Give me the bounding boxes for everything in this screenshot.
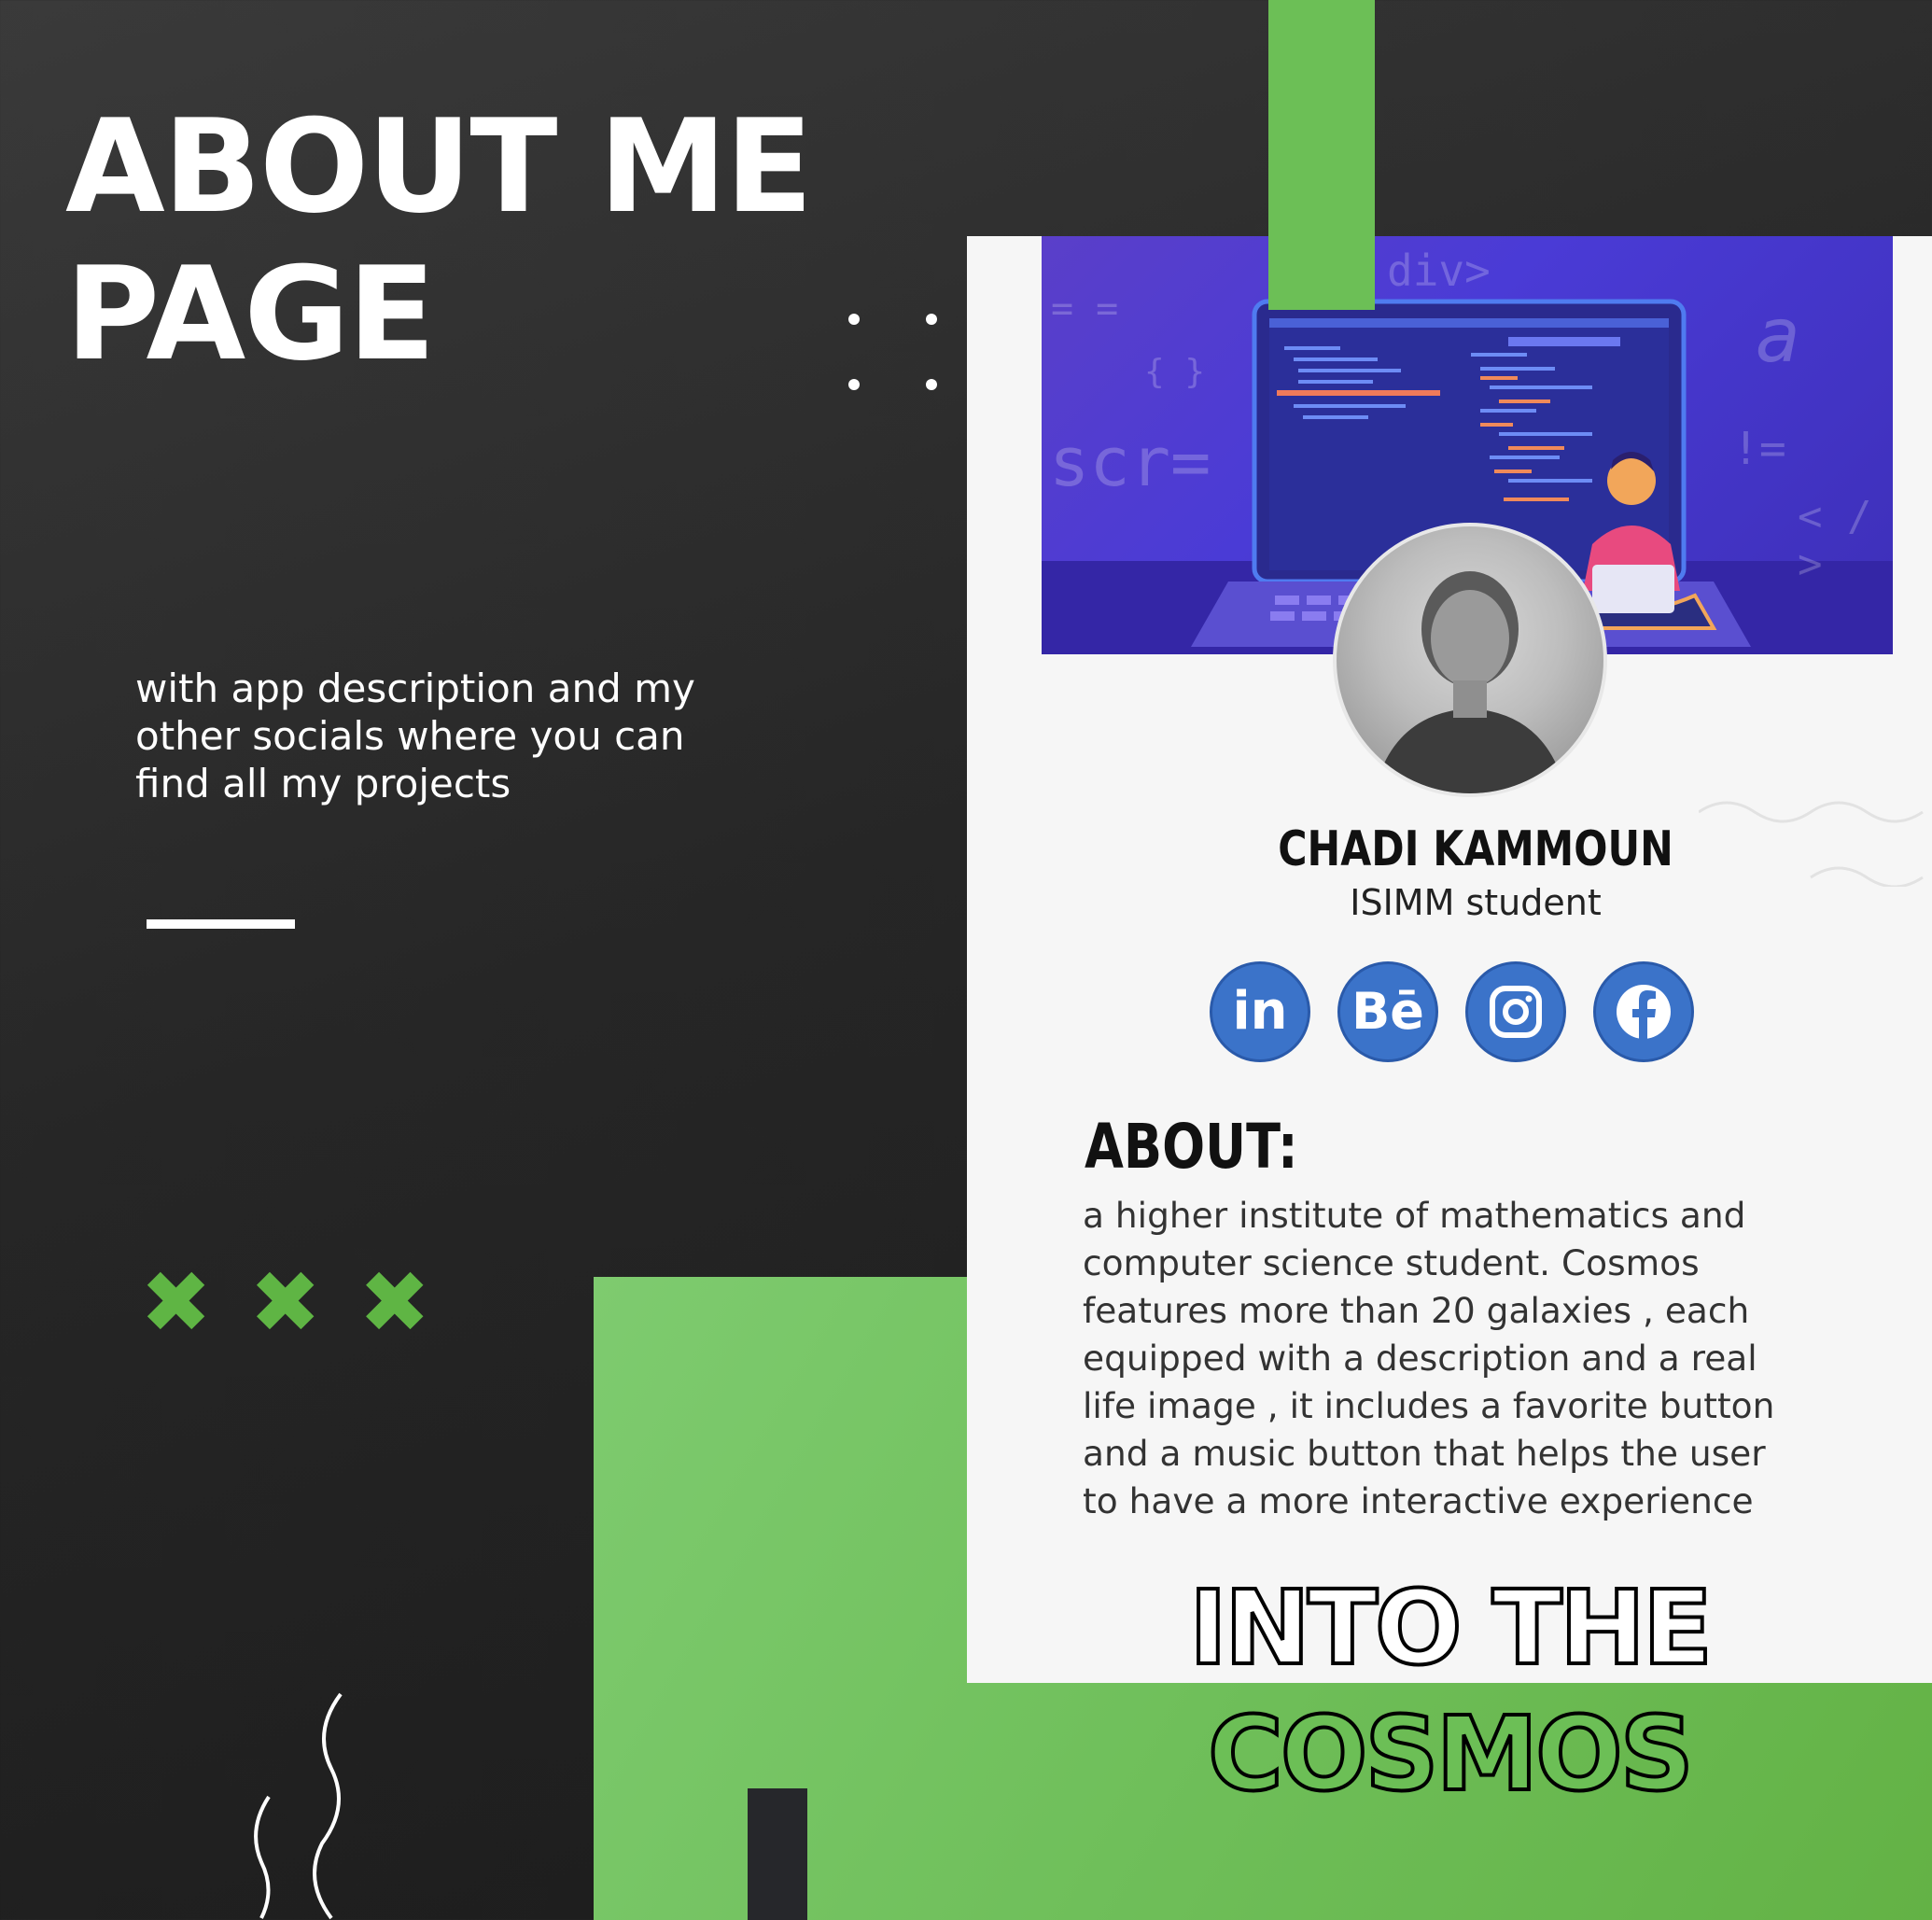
profile-name: CHADI KAMMOUN (1278, 821, 1673, 877)
app-title-line-1: INTO THE (1187, 1566, 1715, 1689)
facebook-icon (1617, 985, 1671, 1040)
about-title: ABOUT: (1085, 1111, 1298, 1183)
instagram-button[interactable] (1465, 961, 1566, 1062)
behance-button[interactable]: Bē (1337, 961, 1438, 1062)
behance-icon: Bē (1351, 982, 1424, 1041)
heading-line-2: PAGE (65, 239, 436, 389)
dark-accent-bar (748, 1788, 807, 1920)
x-mark-icon: ✖ (140, 1253, 213, 1352)
linkedin-button[interactable]: in (1210, 961, 1310, 1062)
green-accent-bar (1268, 0, 1375, 310)
person-silhouette-icon (1374, 571, 1566, 793)
profile-avatar (1333, 523, 1607, 797)
profile-role: ISIMM student (1350, 882, 1602, 923)
linkedin-icon: in (1232, 981, 1288, 1042)
app-title-line-2: COSMOS (1206, 1692, 1696, 1815)
divider-line (147, 919, 295, 929)
squiggle-decoration (254, 1692, 343, 1920)
heading-line-1: ABOUT ME (65, 91, 813, 242)
facebook-button[interactable] (1593, 961, 1694, 1062)
page-subtext: with app description and my other social… (135, 666, 695, 806)
instagram-icon (1490, 986, 1542, 1038)
x-mark-icon: ✖ (249, 1253, 322, 1352)
social-links: in Bē (1210, 961, 1694, 1062)
page-heading: ABOUT ME PAGE (65, 91, 813, 389)
x-mark-icon: ✖ (358, 1253, 431, 1352)
x-marks-decoration: ✖ ✖ ✖ (140, 1260, 430, 1346)
about-description: a higher institute of mathematics and co… (1083, 1195, 1775, 1521)
